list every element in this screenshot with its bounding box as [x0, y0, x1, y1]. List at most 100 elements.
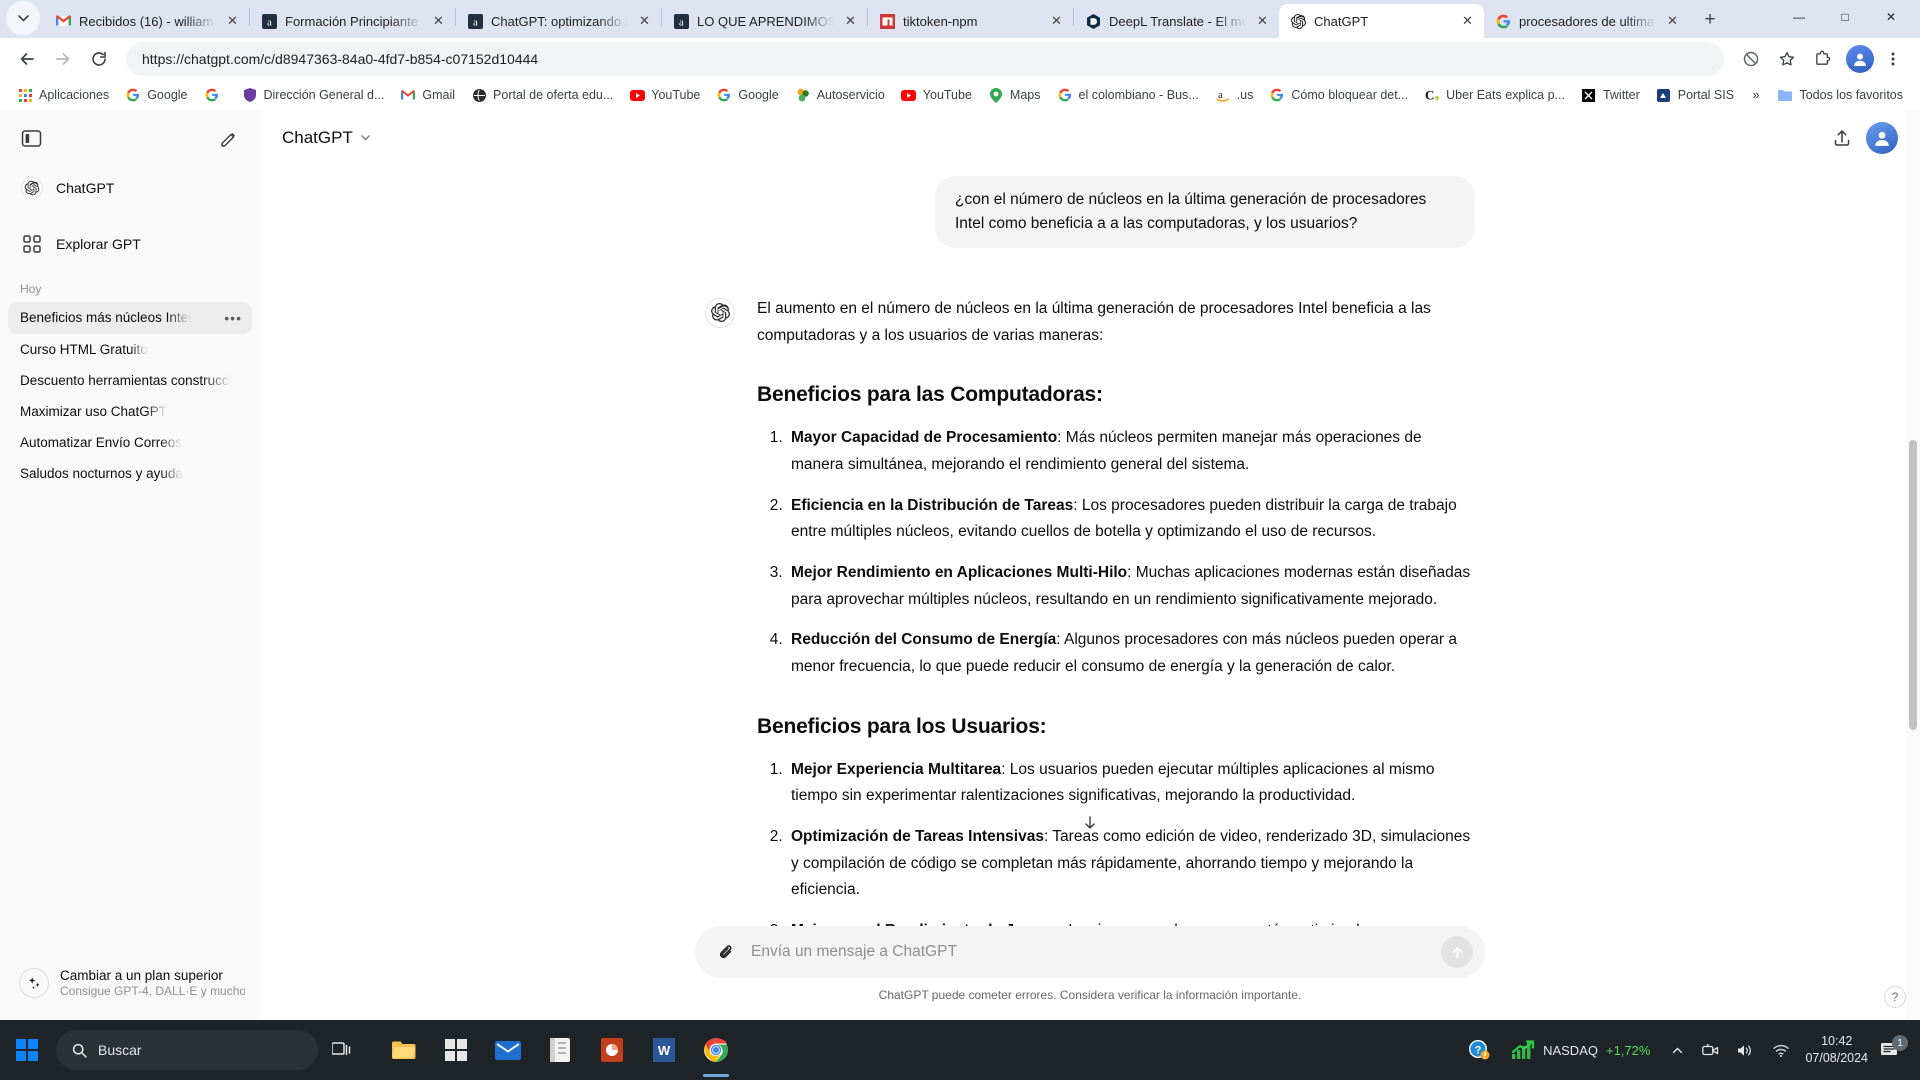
close-icon[interactable]: ✕ — [636, 13, 653, 30]
task-view-icon[interactable] — [318, 1020, 366, 1080]
sidebar-item-explorar-gpt[interactable]: Explorar GPT — [8, 224, 252, 264]
chrome-icon[interactable] — [692, 1020, 740, 1080]
help-button[interactable]: ? — [1884, 986, 1906, 1008]
browser-tab[interactable]: a ChatGPT: optimizando la c ✕ — [456, 4, 661, 38]
close-icon[interactable]: ✕ — [430, 13, 447, 30]
wifi-icon[interactable] — [1763, 1020, 1799, 1080]
bookmark-item[interactable]: el colombiano - Bus... — [1050, 84, 1206, 106]
minimize-button[interactable]: — — [1776, 2, 1822, 32]
sidebar-chat-item[interactable]: Curso HTML Gratuito — [8, 334, 252, 365]
close-icon[interactable]: ✕ — [1048, 13, 1065, 30]
close-icon[interactable]: ✕ — [1254, 13, 1271, 30]
sidebar-chat-item[interactable]: Maximizar uso ChatGPT — [8, 396, 252, 427]
bookmark-item[interactable]: C Uber Eats explica p... — [1417, 84, 1572, 106]
file-explorer-icon[interactable] — [380, 1020, 428, 1080]
browser-tab[interactable]: a Formación Principiante en ✕ — [250, 4, 455, 38]
stocks-widget[interactable]: NASDAQ +1,72% — [1499, 1040, 1662, 1060]
maximize-button[interactable]: □ — [1822, 2, 1868, 32]
browser-tab[interactable]: Recibidos (16) - william.br ✕ — [44, 4, 249, 38]
extensions-icon[interactable] — [1806, 42, 1840, 76]
message-input[interactable]: Envía un mensaje a ChatGPT — [751, 943, 1429, 961]
notification-icon[interactable]: 1 — [1880, 1035, 1914, 1059]
svg-text:a: a — [1218, 89, 1223, 101]
sidebar-item-chatgpt[interactable]: ChatGPT — [8, 168, 252, 208]
block-icon[interactable] — [1734, 42, 1768, 76]
gmail-icon — [400, 87, 416, 103]
conversation-thread[interactable]: ¿con el número de núcleos en la última g… — [260, 166, 1920, 926]
bookmark-star-icon[interactable] — [1770, 42, 1804, 76]
chat-options-icon[interactable]: ••• — [224, 310, 242, 326]
bookmarks-overflow-button[interactable]: » — [1746, 85, 1767, 105]
upgrade-plan-button[interactable]: Cambiar a un plan superior Consigue GPT-… — [10, 960, 250, 1006]
chevron-up-icon[interactable] — [1662, 1020, 1693, 1080]
bookmark-item[interactable]: Portal SIS — [1649, 84, 1741, 106]
composer-area: Envía un mensaje a ChatGPT ChatGPT puede… — [260, 926, 1920, 1020]
bookmark-item[interactable]: Twitter — [1574, 84, 1647, 106]
help-circle-icon[interactable]: ? — [1459, 1020, 1499, 1080]
bookmark-item[interactable]: YouTube — [622, 84, 707, 106]
mail-icon[interactable] — [484, 1020, 532, 1080]
bookmark-item[interactable]: Google — [709, 84, 785, 106]
sidebar-chat-item[interactable]: Automatizar Envío Correos — [8, 427, 252, 458]
grid-dots-icon — [20, 232, 44, 256]
sidebar-chat-item[interactable]: Saludos nocturnos y ayuda — [8, 458, 252, 489]
camera-icon[interactable] — [1693, 1020, 1728, 1080]
close-icon[interactable]: ✕ — [842, 13, 859, 30]
profile-avatar[interactable] — [1846, 45, 1874, 74]
send-button[interactable] — [1441, 936, 1473, 968]
scrollbar-thumb[interactable] — [1909, 439, 1917, 730]
paperclip-icon[interactable] — [713, 939, 739, 965]
close-icon[interactable]: ✕ — [1459, 13, 1476, 30]
bookmark-item[interactable]: Portal de oferta edu... — [464, 84, 620, 106]
browser-tab[interactable]: procesadores de ultima g ✕ — [1484, 4, 1689, 38]
sidebar-chat-item[interactable]: Descuento herramientas construcci — [8, 365, 252, 396]
close-icon[interactable]: ✕ — [1664, 13, 1681, 30]
onenote-icon[interactable] — [536, 1020, 584, 1080]
sidebar-chat-item[interactable]: Beneficios más núcleos Intel ••• — [8, 301, 252, 334]
new-tab-button[interactable]: + — [1695, 5, 1725, 35]
all-bookmarks-button[interactable]: Todos los favoritos — [1770, 84, 1910, 106]
close-window-button[interactable]: ✕ — [1868, 2, 1914, 32]
tab-title: Formación Principiante en — [285, 13, 422, 29]
share-upload-icon[interactable] — [1832, 128, 1852, 148]
list-item-term: Mejor Experiencia Multitarea — [791, 760, 1002, 778]
forward-icon[interactable] — [46, 42, 80, 76]
new-chat-pencil-icon[interactable] — [212, 122, 246, 156]
browser-tab[interactable]: DeepL Translate - El mejor ✕ — [1074, 4, 1279, 38]
address-bar[interactable]: https://chatgpt.com/c/d8947363-84a0-4fd7… — [126, 42, 1724, 77]
user-avatar[interactable] — [1866, 121, 1898, 154]
tab-search-button[interactable] — [6, 1, 40, 35]
powerpoint-icon[interactable] — [588, 1020, 636, 1080]
bookmark-item[interactable]: Cómo bloquear det... — [1262, 84, 1415, 106]
browser-tab[interactable]: a LO QUE APRENDIMOS EN ✕ — [662, 4, 867, 38]
microsoft-store-icon[interactable] — [432, 1020, 480, 1080]
bookmark-item[interactable]: Gmail — [393, 84, 462, 106]
bookmark-item[interactable]: a .us — [1208, 84, 1261, 106]
bookmark-item[interactable]: Dirección General d... — [235, 84, 392, 106]
bookmark-item[interactable]: Autoservicio — [788, 84, 892, 106]
windows-start-icon[interactable] — [0, 1020, 54, 1080]
chrome-menu-icon[interactable] — [1876, 42, 1910, 76]
browser-tab-active[interactable]: ChatGPT ✕ — [1279, 4, 1484, 38]
sidebar-toggle-icon[interactable] — [14, 122, 48, 156]
bookmark-item[interactable]: Maps — [981, 84, 1048, 106]
clock[interactable]: 10:42 07/08/2024 — [1799, 1033, 1880, 1067]
page-scrollbar[interactable] — [1906, 109, 1920, 1020]
bookmark-label: Portal SIS — [1677, 88, 1735, 103]
bookmark-item[interactable] — [197, 84, 233, 106]
model-selector[interactable]: ChatGPT — [282, 128, 372, 148]
reload-icon[interactable] — [82, 42, 116, 76]
message-composer[interactable]: Envía un mensaje a ChatGPT — [695, 926, 1485, 978]
bookmark-item[interactable]: Google — [118, 84, 194, 106]
bookmark-item[interactable]: YouTube — [894, 84, 979, 106]
close-icon[interactable]: ✕ — [224, 13, 241, 30]
taskbar-search[interactable]: Buscar — [56, 1030, 318, 1070]
arrow-down-icon[interactable] — [1079, 812, 1101, 834]
google-icon — [125, 87, 141, 103]
word-icon[interactable]: W — [640, 1020, 688, 1080]
volume-icon[interactable] — [1728, 1020, 1763, 1080]
bookmark-item[interactable]: Aplicaciones — [10, 84, 116, 106]
browser-tab[interactable]: tiktoken-npm ✕ — [868, 4, 1073, 38]
list-item: Reducción del Consumo de Energía: Alguno… — [787, 627, 1475, 680]
back-icon[interactable] — [10, 42, 44, 76]
